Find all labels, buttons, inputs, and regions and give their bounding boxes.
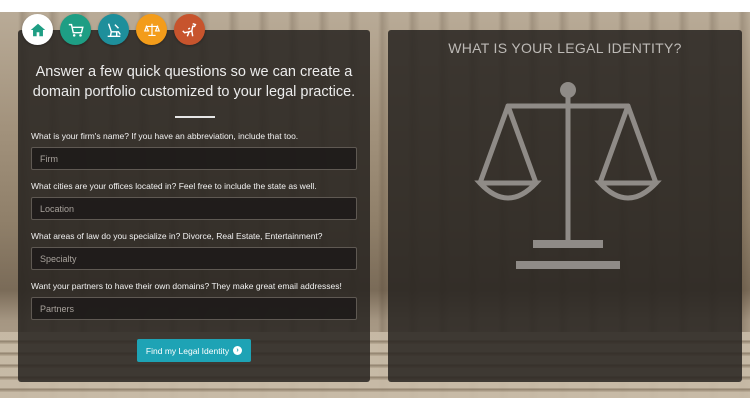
divider [175,116,215,118]
dinosaur-icon [181,22,196,37]
partners-input[interactable] [31,297,357,320]
specialty-input[interactable] [31,247,357,270]
intro-text: Answer a few quick questions so we can c… [32,64,356,100]
legal-button[interactable] [136,14,167,45]
submit-label: Find my Legal Identity [145,345,230,356]
dental-button[interactable] [98,14,129,45]
shopping-cart-icon [68,23,84,37]
firm-input[interactable] [31,147,357,170]
home-button[interactable] [22,14,53,45]
location-input[interactable] [31,197,357,220]
location-label: What cities are your offices located in?… [31,181,317,191]
home-icon [30,23,45,36]
dinosaur-button[interactable] [174,14,205,45]
questionnaire-panel: Answer a few quick questions so we can c… [18,30,370,382]
specialty-label: What areas of law do you specialize in? … [31,231,323,241]
find-legal-identity-button[interactable]: Find my Legal Identity › [137,339,251,362]
arrow-right-icon: › [233,346,243,355]
dentist-chair-icon [107,22,121,37]
category-nav [22,14,205,45]
identity-panel: WHAT IS YOUR LEGAL IDENTITY? [388,30,742,382]
firm-name-label: What is your firm's name? If you have an… [31,131,299,141]
partners-label: Want your partners to have their own dom… [31,281,342,291]
scales-of-justice-icon [474,82,662,269]
identity-title: WHAT IS YOUR LEGAL IDENTITY? [448,40,682,56]
cart-button[interactable] [60,14,91,45]
legal-scales-icon [143,23,160,36]
